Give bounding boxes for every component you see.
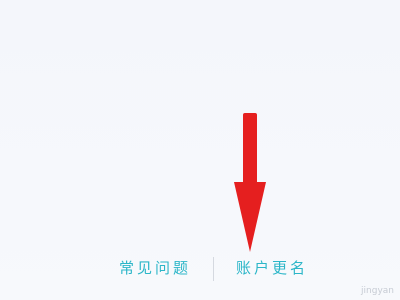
faq-link[interactable]: 常见问题	[119, 254, 191, 282]
arrow-head	[234, 182, 266, 252]
account-rename-link[interactable]: 账户更名	[236, 254, 308, 282]
page-background: 常见问题 账户更名 jingyan	[0, 0, 400, 300]
footer-divider	[213, 257, 214, 281]
arrow-shaft	[243, 113, 257, 193]
red-down-arrow-annotation	[234, 113, 266, 252]
watermark: jingyan	[361, 286, 394, 296]
footer-links: 常见问题 账户更名	[0, 254, 400, 282]
